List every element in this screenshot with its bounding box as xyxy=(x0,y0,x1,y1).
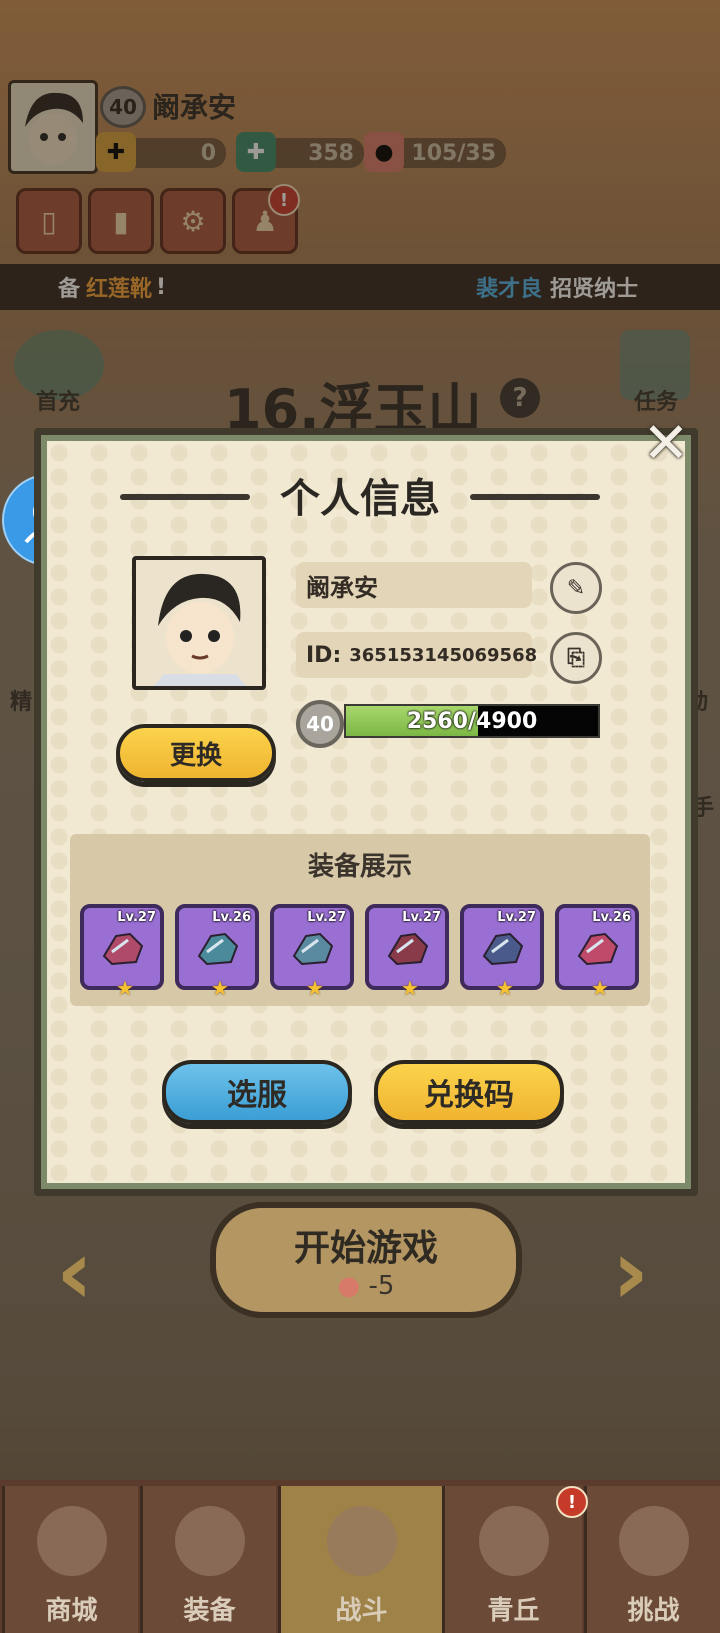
dialog-title: 个人信息 xyxy=(280,476,440,522)
start-game-button[interactable]: 开始游戏 ● -5 xyxy=(210,1202,522,1318)
peach-icon: ● xyxy=(337,1271,361,1301)
nav-label: 装备 xyxy=(183,1596,236,1626)
equipment-slot[interactable]: Lv.27 ★ xyxy=(365,904,449,1000)
id-value: 365153145069568 xyxy=(349,644,538,666)
previous-stage-icon[interactable]: ‹ xyxy=(56,1220,93,1325)
cost-value: -5 xyxy=(368,1271,395,1301)
equipment-title: 装备展示 xyxy=(307,852,412,882)
bracer-icon xyxy=(288,926,338,970)
profile-avatar xyxy=(132,556,266,690)
shoulder-armor-icon xyxy=(193,926,243,970)
close-icon[interactable]: ✕ xyxy=(640,416,692,472)
player-name-field: 阚承安 xyxy=(296,562,532,608)
copy-icon: ⎘ xyxy=(567,645,585,671)
equipment-level: Lv.27 xyxy=(497,910,536,925)
star-icon: ★ xyxy=(496,976,514,1000)
nav-label: 战斗 xyxy=(335,1596,388,1626)
saddle-icon xyxy=(98,926,148,970)
redeem-code-button[interactable]: 兑换码 xyxy=(374,1060,564,1124)
nav-item[interactable]: 挑战 xyxy=(584,1486,720,1633)
nav-item[interactable]: 战斗 xyxy=(278,1486,442,1633)
id-label: ID: xyxy=(306,642,342,668)
equipment-level: Lv.27 xyxy=(117,910,156,925)
start-game-cost: ● -5 xyxy=(338,1271,395,1301)
nav-label: 青丘 xyxy=(487,1596,540,1626)
edit-name-button[interactable]: ✎ xyxy=(550,562,602,614)
crossed-swords-icon xyxy=(326,1506,397,1576)
select-server-button[interactable]: 选服 xyxy=(162,1060,352,1124)
star-icon: ★ xyxy=(116,976,134,1000)
level-badge: 40 xyxy=(296,700,344,748)
amulet-icon xyxy=(573,926,623,970)
equipment-slot[interactable]: Lv.26 ★ xyxy=(555,904,639,1000)
qingqiu-alert-badge: ! xyxy=(556,1486,588,1518)
personal-info-dialog xyxy=(34,428,698,1196)
equipment-slot[interactable]: Lv.27 ★ xyxy=(80,904,164,1000)
copy-id-button[interactable]: ⎘ xyxy=(550,632,602,684)
mountain-icon xyxy=(478,1506,549,1576)
equipment-level: Lv.26 xyxy=(592,910,631,925)
nav-item[interactable]: 装备 xyxy=(140,1486,276,1633)
brush-icon: ✎ xyxy=(566,575,586,601)
star-icon: ★ xyxy=(401,976,419,1000)
nav-item[interactable]: 商城 xyxy=(2,1486,138,1633)
shop-icon xyxy=(36,1506,107,1576)
nav-label: 挑战 xyxy=(627,1596,680,1626)
experience-bar: 2560/4900 xyxy=(344,704,600,738)
nav-label: 商城 xyxy=(45,1596,98,1626)
star-icon: ★ xyxy=(211,976,229,1000)
change-avatar-button[interactable]: 更换 xyxy=(116,724,276,782)
helmet-icon xyxy=(174,1506,245,1576)
star-icon: ★ xyxy=(591,976,609,1000)
equipment-slot[interactable]: Lv.27 ★ xyxy=(270,904,354,1000)
equipment-level: Lv.27 xyxy=(402,910,441,925)
equipment-slot[interactable]: Lv.27 ★ xyxy=(460,904,544,1000)
boots-icon xyxy=(478,926,528,970)
equipment-level: Lv.27 xyxy=(307,910,346,925)
experience-text: 2560/4900 xyxy=(406,708,538,734)
orb-icon xyxy=(618,1506,689,1576)
next-stage-icon[interactable]: › xyxy=(612,1220,649,1325)
start-game-label: 开始游戏 xyxy=(293,1228,438,1269)
equipment-level: Lv.26 xyxy=(212,910,251,925)
player-id-field: ID: 365153145069568 xyxy=(296,632,537,678)
equipment-slot[interactable]: Lv.26 ★ xyxy=(175,904,259,1000)
star-icon: ★ xyxy=(306,976,324,1000)
belt-icon xyxy=(383,926,433,970)
